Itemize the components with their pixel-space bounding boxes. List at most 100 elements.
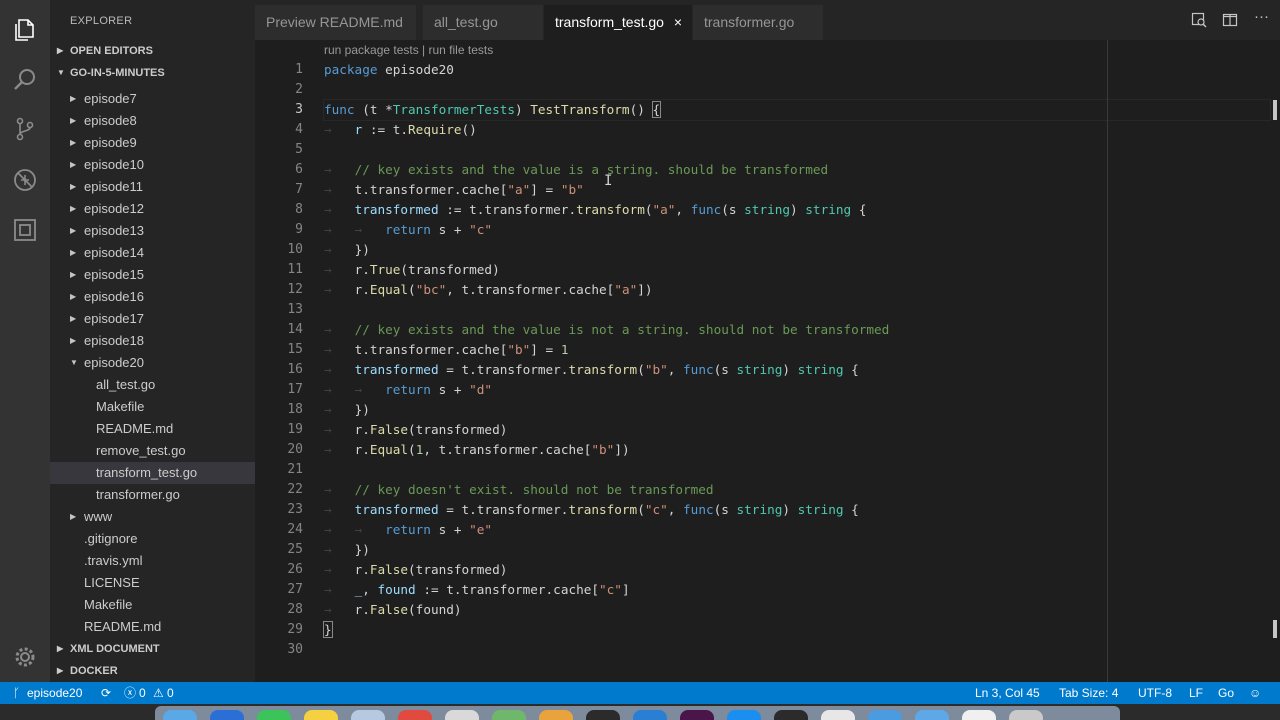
terminal-icon[interactable] <box>586 710 620 720</box>
code-line[interactable]: → r.False(transformed) <box>324 420 1270 440</box>
xml-document-section[interactable]: ▶ XML DOCUMENT <box>50 638 255 660</box>
code-line[interactable] <box>324 640 1270 660</box>
chrome-icon[interactable] <box>821 710 855 720</box>
chevron-right-icon[interactable]: ▶ <box>70 242 76 264</box>
encoding[interactable]: UTF-8 <box>1138 682 1172 704</box>
mail-icon[interactable] <box>351 710 385 720</box>
split-editor-icon[interactable] <box>1222 12 1238 32</box>
code-line[interactable]: → r.Equal(1, t.transformer.cache["b"]) <box>324 440 1270 460</box>
slack-icon[interactable] <box>680 710 714 720</box>
code-line[interactable]: → transformed := t.transformer.transform… <box>324 200 1270 220</box>
tree-file[interactable]: remove_test.go <box>50 440 255 462</box>
chevron-right-icon[interactable]: ▶ <box>70 132 76 154</box>
tree-folder[interactable]: ▶ episode10 <box>50 154 255 176</box>
tree-file[interactable]: LICENSE <box>50 572 255 594</box>
code-editor[interactable]: run package tests | run file tests 12345… <box>255 40 1280 682</box>
code-line[interactable]: → r.Equal("bc", t.transformer.cache["a"]… <box>324 280 1270 300</box>
tree-folder[interactable]: ▶ episode17 <box>50 308 255 330</box>
chevron-right-icon[interactable]: ▶ <box>70 198 76 220</box>
code-line[interactable]: → }) <box>324 240 1270 260</box>
extensions-icon[interactable] <box>12 217 38 243</box>
code-line[interactable] <box>324 140 1270 160</box>
code-line[interactable] <box>324 80 1270 100</box>
tab-size[interactable]: Tab Size: 4 <box>1059 682 1118 704</box>
chevron-right-icon[interactable]: ▶ <box>70 88 76 110</box>
code-line[interactable]: → r := t.Require() <box>324 120 1270 140</box>
codelens-run-tests[interactable]: run package tests | run file tests <box>324 43 493 57</box>
code-line[interactable] <box>324 300 1270 320</box>
branch-name[interactable]: episode20 <box>27 682 82 704</box>
chevron-right-icon[interactable]: ▶ <box>70 264 76 286</box>
debug-icon[interactable] <box>12 167 38 193</box>
code-line[interactable]: → }) <box>324 540 1270 560</box>
maps-icon[interactable] <box>492 710 526 720</box>
safari-icon[interactable] <box>210 710 244 720</box>
chevron-right-icon[interactable]: ▶ <box>70 110 76 132</box>
tree-file[interactable]: transformer.go <box>50 484 255 506</box>
tree-file[interactable]: .travis.yml <box>50 550 255 572</box>
code-line[interactable] <box>324 460 1270 480</box>
code-line[interactable]: → → return s + "e" <box>324 520 1270 540</box>
tab-preview-readme[interactable]: Preview README.md <box>255 5 416 40</box>
code-line[interactable]: → t.transformer.cache["b"] = 1 <box>324 340 1270 360</box>
code-line[interactable]: → transformed = t.transformer.transform(… <box>324 500 1270 520</box>
tree-folder[interactable]: ▶ episode8 <box>50 110 255 132</box>
downloads-icon[interactable] <box>915 710 949 720</box>
finder-icon[interactable] <box>163 710 197 720</box>
code-line[interactable]: → // key exists and the value is a strin… <box>324 160 1270 180</box>
chevron-down-icon[interactable]: ▼ <box>70 352 78 374</box>
app-store-icon[interactable] <box>727 710 761 720</box>
chevron-right-icon[interactable]: ▶ <box>70 176 76 198</box>
project-section[interactable]: ▼ GO-IN-5-MINUTES <box>50 62 255 84</box>
warning-icon[interactable]: ⚠ <box>153 682 164 704</box>
notes-icon[interactable] <box>304 710 338 720</box>
chevron-right-icon[interactable]: ▶ <box>70 286 76 308</box>
tree-file[interactable]: Makefile <box>50 594 255 616</box>
calendar-icon[interactable] <box>398 710 432 720</box>
explorer-icon[interactable] <box>12 17 38 43</box>
tree-file[interactable]: README.md <box>50 616 255 638</box>
chevron-right-icon[interactable]: ▶ <box>70 330 76 352</box>
settings-gear-icon[interactable] <box>12 644 38 670</box>
tree-folder[interactable]: ▶ www <box>50 506 255 528</box>
cursor-position[interactable]: Ln 3, Col 45 <box>975 682 1040 704</box>
more-actions-icon[interactable]: ··· <box>1254 8 1269 25</box>
tree-file[interactable]: all_test.go <box>50 374 255 396</box>
warning-count[interactable]: 0 <box>167 682 174 704</box>
tree-file[interactable]: .gitignore <box>50 528 255 550</box>
tree-folder[interactable]: ▶ episode16 <box>50 286 255 308</box>
tree-folder[interactable]: ▶ episode11 <box>50 176 255 198</box>
code-lines[interactable]: package episode20 func (t *TransformerTes… <box>323 60 1271 660</box>
folder-icon[interactable] <box>868 710 902 720</box>
code-line[interactable]: → transformed = t.transformer.transform(… <box>324 360 1270 380</box>
chevron-right-icon[interactable]: ▶ <box>70 308 76 330</box>
close-icon[interactable]: × <box>674 5 682 40</box>
code-line[interactable]: → t.transformer.cache["a"] = "b" <box>324 180 1270 200</box>
code-line[interactable]: → }) <box>324 400 1270 420</box>
code-line[interactable]: → r.False(transformed) <box>324 560 1270 580</box>
tree-folder[interactable]: ▶ episode7 <box>50 88 255 110</box>
code-line[interactable]: → r.False(found) <box>324 600 1270 620</box>
source-control-icon[interactable] <box>12 116 38 142</box>
tree-folder[interactable]: ▼ episode20 <box>50 352 255 374</box>
tree-folder[interactable]: ▶ episode18 <box>50 330 255 352</box>
open-editors-section[interactable]: ▶ OPEN EDITORS <box>50 40 255 62</box>
tree-folder[interactable]: ▶ episode13 <box>50 220 255 242</box>
code-line[interactable]: → → return s + "d" <box>324 380 1270 400</box>
code-line[interactable]: → → return s + "c" <box>324 220 1270 240</box>
tree-file[interactable]: README.md <box>50 418 255 440</box>
code-line[interactable]: func (t *TransformerTests) TestTransform… <box>323 99 1271 121</box>
vscode-icon[interactable] <box>633 710 667 720</box>
tree-folder[interactable]: ▶ episode14 <box>50 242 255 264</box>
tree-file[interactable]: Makefile <box>50 396 255 418</box>
tab-transformer[interactable]: transformer.go <box>693 5 823 40</box>
code-line[interactable]: → // key doesn't exist. should not be tr… <box>324 480 1270 500</box>
feedback-smiley-icon[interactable]: ☺ <box>1249 682 1261 704</box>
code-line[interactable]: → r.True(transformed) <box>324 260 1270 280</box>
open-preview-icon[interactable] <box>1191 12 1207 32</box>
code-line[interactable]: → _, found := t.transformer.cache["c"] <box>324 580 1270 600</box>
tree-file[interactable]: transform_test.go <box>50 462 255 484</box>
overview-ruler[interactable] <box>1270 40 1280 682</box>
error-count[interactable]: 0 <box>139 682 146 704</box>
code-line[interactable]: } <box>323 620 1270 640</box>
